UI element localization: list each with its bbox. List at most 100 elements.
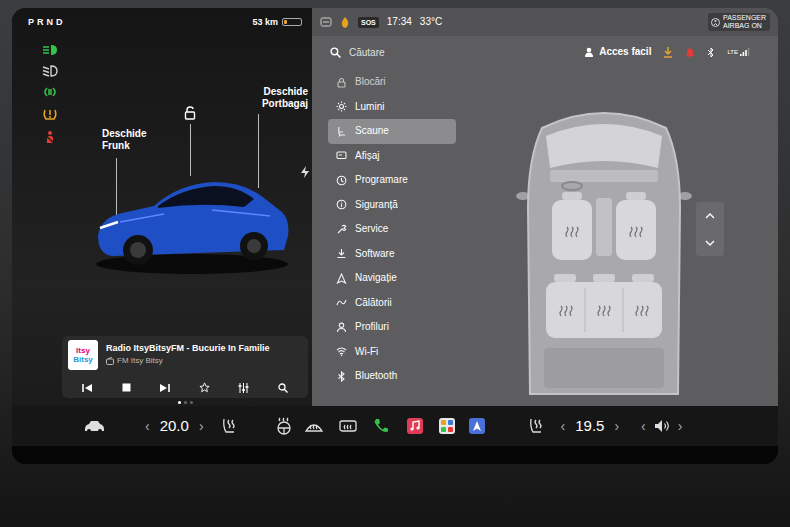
phone-icon[interactable] [371,417,391,435]
music-icon[interactable] [405,417,425,435]
temperature-setting: 19.5 [575,417,604,435]
menu-item[interactable]: Siguranță [328,193,456,218]
settings-content: Blocări Lumini Scaune Afișaj Programare Sigur… [312,68,778,406]
charge-bolt-icon[interactable] [300,166,310,178]
screen-bezel [12,446,778,464]
temp-decrease-button[interactable]: ‹ [561,418,566,434]
menu-item[interactable]: Navigație [328,266,456,291]
menu-item-icon [336,371,347,382]
menu-item[interactable]: Scaune [328,119,456,144]
menu-item-label[interactable]: Profiluri [355,321,389,333]
menu-item-label[interactable]: Călătorii [355,297,392,309]
open-frunk-button[interactable]: Deschide Frunk [102,128,158,152]
steering-wheel-heater-icon[interactable] [274,417,294,435]
page-dot[interactable] [184,401,187,404]
logo-text: Itsy [76,346,90,355]
settings-search[interactable] [349,45,499,60]
menu-item[interactable]: Blocări [328,70,456,95]
volume-up-button[interactable]: › [678,418,683,434]
station-name: FM Itsy Bitsy [117,356,163,366]
profile-icon [584,47,594,57]
car-body-area: Deschide Frunk Deschide Portbagaj [12,36,312,336]
speaker-icon[interactable] [654,419,670,433]
menu-item-label[interactable]: Afișaj [355,150,379,162]
menu-item[interactable]: Profiluri [328,315,456,340]
menu-item-label[interactable]: Service [355,223,388,235]
profile-button[interactable]: Acces facil [584,46,651,58]
menu-item[interactable]: Afișaj [328,144,456,169]
menu-item-label[interactable]: Siguranță [355,199,398,211]
settings-panel: SOS17:3433°C PASSENGER AIRBAG ON Acces fac… [312,8,778,406]
stop-icon[interactable] [122,383,131,392]
menu-item[interactable]: Programare [328,168,456,193]
menu-item-icon [336,273,347,284]
driver-seat-heater-icon[interactable] [220,417,240,435]
battery-meter [282,18,302,26]
bluetooth-icon[interactable] [707,47,715,58]
profile-name[interactable]: Acces facil [599,46,651,58]
menu-item-icon [336,224,347,235]
menu-item[interactable]: Service [328,217,456,242]
page-dot[interactable] [190,401,193,404]
indicator [42,107,72,121]
indicator-column [12,36,72,336]
menu-item-icon [336,175,347,186]
lock-leader-line [190,124,191,176]
menu-item[interactable]: Bluetooth [328,364,456,389]
airbag-icon [711,18,720,27]
temp-increase-button[interactable]: › [614,418,619,434]
parking-lights-icon [42,86,58,98]
menu-item[interactable]: Călătorii [328,291,456,316]
search-icon[interactable] [278,383,288,393]
apps-icon[interactable] [437,417,457,435]
battery-fill [284,20,287,24]
menu-item[interactable]: Wi-Fi [328,340,456,365]
menu-item-label[interactable]: Scaune [355,125,389,137]
range-group: 53 km [252,16,302,28]
menu-item-icon [336,322,347,333]
media-text: Radio ItsyBitsyFM - Bucurie In FamilieFM… [106,340,270,366]
menu-item[interactable]: Lumini [328,95,456,120]
update-download-icon[interactable] [663,47,673,58]
trunk-leader-line [258,114,259,188]
page-dot[interactable] [178,401,181,404]
temp-increase-button[interactable]: › [199,418,204,434]
favorite-icon[interactable] [199,382,210,393]
temp-decrease-button[interactable]: ‹ [145,418,150,434]
status-left-group: SOS17:3433°C [320,16,442,28]
notification-bell-icon[interactable] [685,47,695,58]
menu-item-label[interactable]: Software [355,248,394,260]
taskbar: ‹20.0›‹19.5›‹› [12,406,778,446]
rear-defrost-icon[interactable] [338,417,358,435]
sos-button[interactable]: SOS [358,17,379,28]
volume-down-button[interactable]: ‹ [641,418,646,434]
menu-item-icon [336,77,347,88]
signal-icon [740,48,750,56]
menu-item-label[interactable]: Bluetooth [355,370,397,382]
menu-item-label[interactable]: Wi-Fi [355,346,378,358]
menu-item[interactable]: Software [328,242,456,267]
volume-control: ‹› [641,418,682,434]
media-controls [68,382,302,394]
seat-layout-icon[interactable] [514,98,694,398]
status-bar: SOS17:3433°C PASSENGER AIRBAG ON [312,8,778,36]
next-icon[interactable] [159,383,170,393]
menu-item-label[interactable]: Blocări [355,76,386,88]
front-defrost-icon[interactable] [304,417,324,435]
lock-icon[interactable] [184,106,196,120]
airbag-label: PASSENGER AIRBAG ON [723,14,767,30]
open-trunk-button[interactable]: Deschide Portbagaj [236,86,308,110]
menu-item-label[interactable]: Programare [355,174,408,186]
menu-item-label[interactable]: Lumini [355,101,384,113]
navigation-icon[interactable] [467,417,487,435]
previous-icon[interactable] [82,383,93,393]
indicator [42,44,72,56]
equalizer-icon[interactable] [238,383,249,393]
chevron-up-icon[interactable] [705,213,715,219]
car-controls-icon[interactable] [83,419,105,433]
passenger-seat-heater-icon[interactable] [527,417,547,435]
main-area: PRND53 kmDeschide FrunkDeschide Portbaga… [12,8,778,406]
chevron-down-icon[interactable] [705,240,715,246]
indicator [42,65,72,77]
menu-item-label[interactable]: Navigație [355,272,397,284]
